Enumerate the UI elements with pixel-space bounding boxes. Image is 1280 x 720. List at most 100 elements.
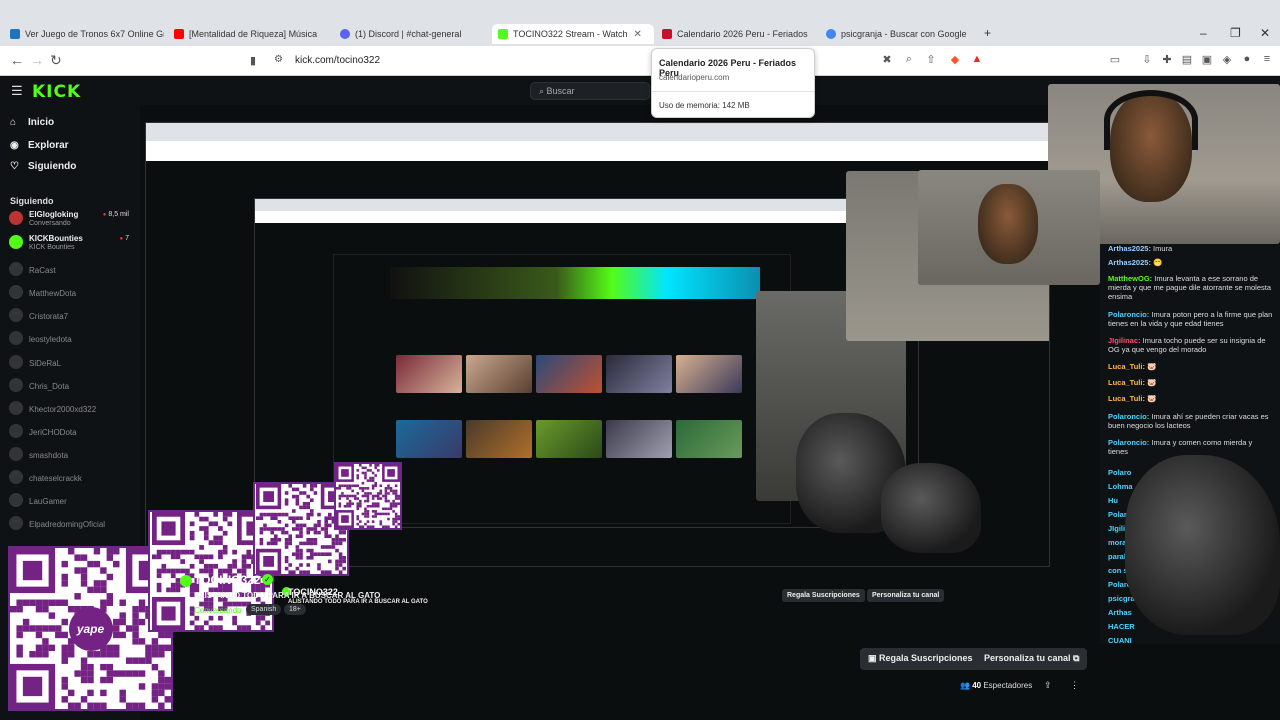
following-section-label: Siguiendo (10, 196, 54, 206)
thumbnail (606, 420, 672, 458)
followed-channel[interactable]: ElGlogloking Conversando 8,5 mil (9, 209, 137, 231)
avatar (9, 447, 23, 461)
captured-banner (390, 267, 760, 299)
minimize-icon[interactable]: – (1200, 26, 1207, 40)
followed-channel[interactable]: LauGamer (9, 491, 137, 513)
reader-icon[interactable]: ▤ (1180, 53, 1194, 67)
followed-channel[interactable]: JeriCHODota (9, 422, 137, 444)
captured-thumbnails-row-1 (396, 355, 742, 393)
mature-tag[interactable]: 18+ (284, 604, 306, 615)
browser-tab[interactable]: [Mentalidad de Riqueza] Música (168, 24, 330, 44)
external-link-icon: ⧉ (1070, 653, 1080, 663)
downloads-icon[interactable]: ⇩ (1140, 53, 1154, 67)
viewers-icon: 👥 (960, 681, 973, 690)
followed-channel[interactable]: smashdota (9, 445, 137, 467)
followed-channel[interactable]: Khector2000xd322 (9, 399, 137, 421)
close-window-icon[interactable]: ✕ (1260, 26, 1270, 40)
channel-name[interactable]: TOCINO322 (194, 573, 260, 587)
yape-qr-code-echo (334, 462, 402, 530)
pig-image-large (1125, 455, 1280, 635)
back-icon[interactable]: ← (10, 52, 24, 68)
wallet-icon[interactable]: ▣ (1200, 53, 1214, 67)
followed-channel[interactable]: leostyledota (9, 329, 137, 351)
avatar (9, 308, 23, 322)
extensions-icon[interactable]: ✚ (1160, 53, 1174, 67)
viewer-count: 👥 40 Espectadores (960, 681, 1033, 690)
google-icon (826, 29, 836, 39)
chat-message: Polaroncio: Imura poton pero a la firme … (1108, 310, 1273, 328)
chat-message-fragment: HACER (1108, 622, 1135, 631)
thumbnail (396, 355, 462, 393)
thumbnail (396, 420, 462, 458)
stream-info-bar: TOCINO322 ✓ ALISTANDO TODO PARA IR A BUS… (178, 566, 1098, 690)
search-input[interactable]: ⌕ Buscar (530, 82, 650, 100)
gift-subscriptions-button[interactable]: ▣ Regala Suscripciones (860, 648, 981, 670)
chat-message-fragment: CUANI (1108, 636, 1132, 645)
rewards-icon[interactable]: ▲ (970, 53, 984, 67)
browser-tab-strip: Ver Juego de Tronos 6x7 Online Gra [Ment… (0, 0, 1280, 46)
bookmark-icon[interactable]: ▮ (250, 54, 256, 67)
extension-icon[interactable]: ✖ (880, 53, 894, 67)
more-options-icon[interactable]: ⋮ (1070, 680, 1079, 691)
browser-tab[interactable]: Ver Juego de Tronos 6x7 Online Gra (4, 24, 164, 44)
customize-channel-button[interactable]: Personaliza tu canal ⧉ (976, 648, 1088, 670)
captured-toolbar (255, 211, 918, 223)
menu-icon[interactable]: ≡ (1260, 53, 1274, 67)
thumbnail (676, 355, 742, 393)
stream-category[interactable]: Conversando (194, 606, 242, 615)
nav-home[interactable]: ⌂ Inicio (10, 117, 54, 128)
zoom-icon[interactable]: ⌕ (902, 53, 916, 67)
thumbnail (466, 355, 532, 393)
gift-icon: ▣ (868, 653, 880, 663)
channel-avatar[interactable] (180, 575, 192, 587)
followed-channel[interactable]: MatthewDota (9, 283, 137, 305)
browser-tab[interactable]: (1) Discord | #chat-general (334, 24, 494, 44)
share-icon[interactable]: ⇧ (924, 53, 938, 67)
avatar (9, 355, 23, 369)
new-tab-icon[interactable]: + (984, 26, 991, 40)
chat-message: Arthas2025: Imura (1108, 244, 1173, 253)
sidebar-toggle-icon[interactable]: ▭ (1108, 53, 1122, 67)
followed-channel[interactable]: chateselcrackk (9, 468, 137, 490)
avatar (9, 424, 23, 438)
hovercard-memory: Uso de memoria: 142 MB (659, 101, 750, 110)
nav-following[interactable]: ♡ Siguiendo (10, 161, 76, 172)
reload-icon[interactable]: ↻ (50, 52, 62, 69)
followed-channel[interactable]: ElpadredomingOficial (9, 514, 137, 536)
avatar (9, 493, 23, 507)
profile-icon[interactable]: ● (1240, 53, 1254, 67)
qr-pattern (336, 464, 400, 528)
followed-channel[interactable]: Chris_Dota (9, 376, 137, 398)
followed-channel[interactable]: RaCast (9, 260, 137, 282)
avatar (9, 285, 23, 299)
browser-tab[interactable]: psicgranja - Buscar con Google (820, 24, 980, 44)
browser-tab-active[interactable]: TOCINO322 Stream - Watch ✕ (492, 24, 654, 44)
site-info-icon[interactable]: ⚙ (274, 54, 283, 65)
maximize-icon[interactable]: ❐ (1230, 26, 1241, 40)
browser-tab[interactable]: Calendario 2026 Peru - Feriados ✕ (656, 24, 814, 44)
forward-icon[interactable]: → (30, 52, 44, 68)
nav-explore[interactable]: ◉ Explorar (10, 140, 69, 151)
followed-channel[interactable]: SiDeRaL (9, 353, 137, 375)
brave-shield-icon[interactable]: ◆ (948, 53, 962, 67)
tab-hover-card: Calendario 2026 Peru - Feriados Peru cal… (651, 48, 815, 118)
hamburger-menu-icon[interactable]: ☰ (11, 83, 23, 99)
chat-message: JIgilinac: Imura tocho puede ser su insi… (1108, 336, 1266, 354)
share-icon[interactable]: ⇪ (1044, 680, 1052, 691)
close-tab-icon[interactable]: ✕ (634, 29, 642, 40)
headset (1104, 90, 1198, 150)
thumbnail (466, 420, 532, 458)
browser-toolbar: ← → ↻ ▮ ⚙ kick.com/tocino322 ✖ ⌕ ⇧ ◆ ▲ ▭… (0, 46, 1280, 76)
vpn-icon[interactable]: ◈ (1220, 53, 1234, 67)
yape-logo: yape (68, 606, 113, 651)
kick-logo[interactable]: KICK (32, 82, 81, 102)
captured-thumbnails-row-2 (396, 420, 742, 458)
language-tag[interactable]: Spanish (246, 604, 282, 615)
followed-channel[interactable]: Cristorata7 (9, 306, 137, 328)
followed-channel[interactable]: KICKBounties KICK Bounties 7 (9, 233, 137, 255)
chat-message: Polaroncio: Imura ahí se pueden criar va… (1108, 412, 1269, 430)
hovercard-domain: calendarioperu.com (659, 73, 730, 82)
chat-message: Luca_Tuli: 🐷 (1108, 378, 1157, 387)
discord-icon (340, 29, 350, 39)
address-bar[interactable]: kick.com/tocino322 (295, 55, 380, 66)
